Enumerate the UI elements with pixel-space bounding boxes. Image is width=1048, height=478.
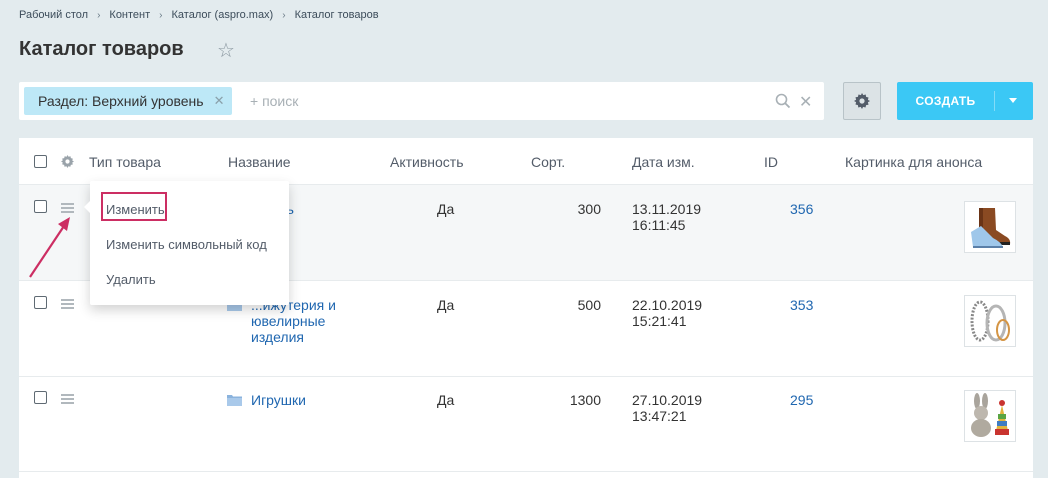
annotation-arrow bbox=[29, 217, 70, 278]
